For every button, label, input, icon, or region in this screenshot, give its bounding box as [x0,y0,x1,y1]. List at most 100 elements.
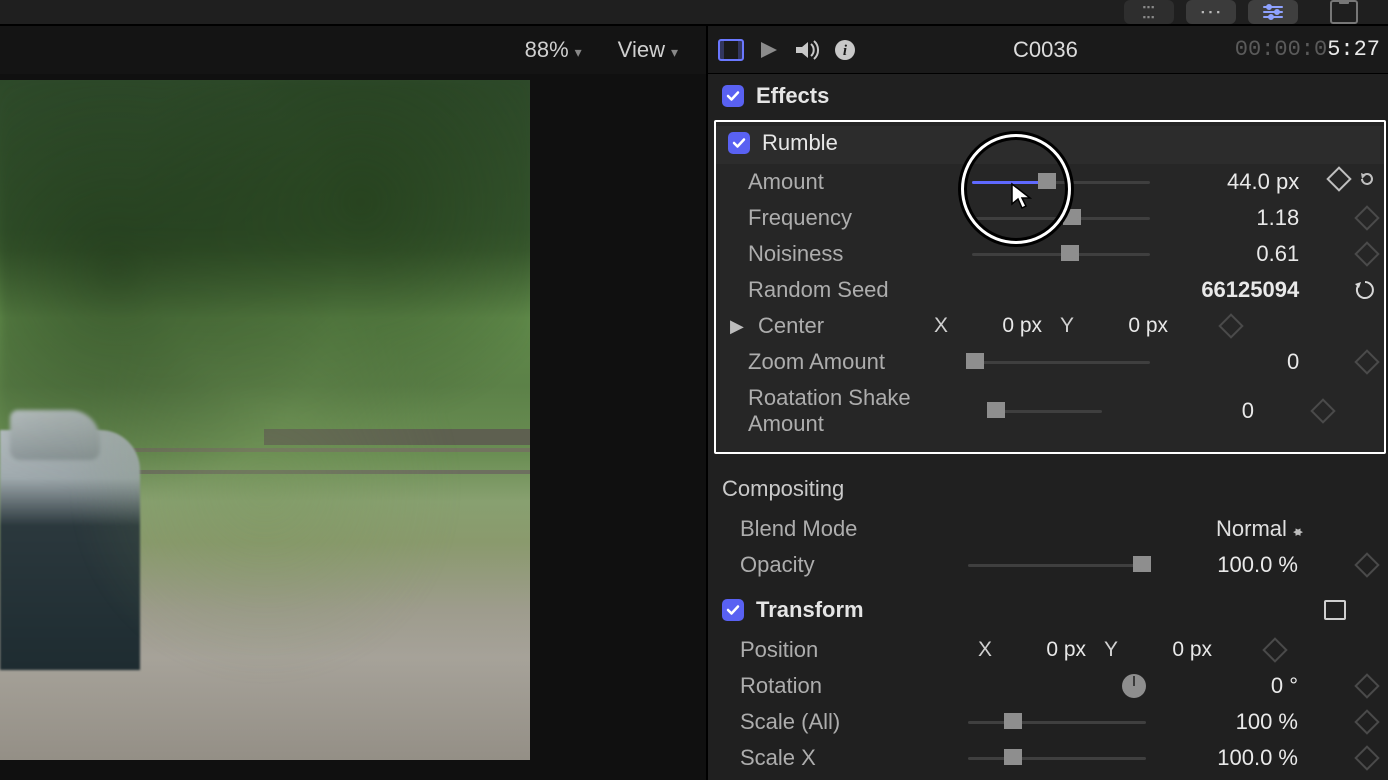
param-label: Position [740,637,960,663]
inspector-pane: i C0036 00:00:05:27 Effects [708,26,1388,780]
scale-all-slider[interactable] [968,717,1146,727]
param-blend-mode: Blend Mode Normal◂▸ [708,511,1388,547]
param-opacity: Opacity 100.0 % [708,547,1388,583]
frequency-value[interactable]: 1.18 [1158,205,1305,231]
param-position: Position X 0 px Y 0 px [708,632,1388,668]
rotation-shake-slider[interactable] [992,406,1102,416]
scale-x-slider[interactable] [968,753,1146,763]
amount-slider[interactable] [972,177,1150,187]
transform-label: Transform [756,597,864,623]
keyframe-icon[interactable] [1262,637,1287,662]
noisiness-value[interactable]: 0.61 [1158,241,1305,267]
param-label: Scale X [740,745,960,771]
compositing-header[interactable]: Compositing [708,460,1388,511]
inspector-body: Effects Rumble Amount 44.0 px [708,74,1388,780]
x-label: X [978,638,992,662]
timecode: 00:00:05:27 [1235,37,1380,62]
scale-all-value[interactable]: 100 % [1154,709,1304,735]
param-label: Frequency [748,205,964,231]
keyframe-icon[interactable] [1354,349,1379,374]
param-label: Random Seed [748,277,964,303]
transform-checkbox[interactable] [722,599,744,621]
clip-name: C0036 [1013,37,1078,63]
blend-mode-value: Normal [1216,516,1287,541]
param-label: Blend Mode [740,516,960,542]
effects-section-header[interactable]: Effects [708,74,1388,118]
keyframe-icon[interactable] [1218,313,1243,338]
preview-frame [0,80,530,760]
transform-header[interactable]: Transform [708,583,1388,632]
param-rotation: Rotation 0 ° [708,668,1388,704]
zoom-value: 88% [525,37,569,62]
param-amount: Amount 44.0 px [716,164,1384,200]
param-label: Amount [748,169,964,195]
param-label: Rotation [740,673,960,699]
keyframe-icon[interactable] [1354,709,1379,734]
y-label: Y [1060,314,1074,338]
param-zoom-amount: Zoom Amount 0 [716,344,1384,380]
center-x-value[interactable]: 0 px [962,314,1042,338]
view-label: View [618,37,665,62]
opacity-slider[interactable] [968,560,1146,570]
y-label: Y [1104,638,1118,662]
keyframe-icon[interactable] [1354,745,1379,770]
viewer-canvas[interactable] [0,74,706,780]
inspector-header: i C0036 00:00:05:27 [708,26,1388,74]
zoom-amount-value[interactable]: 0 [1158,349,1305,375]
timecode-dim: 00:00:0 [1235,37,1327,62]
param-label: Opacity [740,552,960,578]
amount-value[interactable]: 44.0 px [1158,169,1305,195]
param-label: Roatation Shake Amount [748,385,984,437]
keyframe-icon[interactable] [1354,241,1379,266]
amount-actions [1313,170,1376,194]
list-view-button[interactable]: ▪ ▪ ▪ [1186,0,1236,24]
param-noisiness: Noisiness 0.61 [716,236,1384,272]
effects-checkbox[interactable] [722,85,744,107]
noisiness-slider[interactable] [972,249,1150,259]
opacity-value[interactable]: 100.0 % [1154,552,1304,578]
inspector-toggle-button[interactable] [1248,0,1298,24]
param-center: ▶ Center X 0 px Y 0 px [716,308,1384,344]
param-frequency: Frequency 1.18 [716,200,1384,236]
zoom-menu[interactable]: 88% ▾ [525,37,582,63]
center-y-value[interactable]: 0 px [1088,314,1168,338]
keyframe-icon[interactable] [1354,552,1379,577]
effect-name: Rumble [762,130,838,156]
effect-rumble: Rumble Amount 44.0 px Frequency [714,120,1386,454]
keyframe-icon[interactable] [1310,398,1335,423]
param-label: Center [758,313,916,339]
rotation-value[interactable]: 0 ° [1154,673,1304,699]
blend-mode-menu[interactable]: Normal◂▸ [1154,516,1304,542]
keyframe-icon[interactable] [1354,673,1379,698]
info-inspector-tab[interactable]: i [834,39,856,61]
compositing-label: Compositing [722,476,844,502]
view-menu[interactable]: View ▾ [618,37,678,63]
thumbnail-grid-button[interactable]: ▪▪▪▪▪▪ [1124,0,1174,24]
scale-x-value[interactable]: 100.0 % [1154,745,1304,771]
rumble-checkbox[interactable] [728,132,750,154]
keyframe-icon[interactable] [1354,205,1379,230]
viewer-pane: 88% ▾ View ▾ [0,26,708,780]
rotation-dial[interactable] [1122,674,1146,698]
regenerate-seed-icon[interactable] [1346,278,1376,302]
disclosure-triangle-icon[interactable]: ▶ [730,316,746,337]
video-inspector-tab[interactable] [718,39,744,61]
generator-inspector-tab[interactable] [758,39,780,61]
effect-header[interactable]: Rumble [716,126,1384,164]
param-label: Zoom Amount [748,349,964,375]
frequency-slider[interactable] [972,213,1150,223]
viewer-toolbar: 88% ▾ View ▾ [0,26,706,74]
random-seed-value[interactable]: 66125094 [1158,277,1305,303]
reset-icon[interactable] [1358,170,1376,194]
chevron-down-icon: ▾ [671,44,678,60]
share-window-icon[interactable] [1330,0,1358,24]
position-y-value[interactable]: 0 px [1132,638,1212,662]
position-x-value[interactable]: 0 px [1006,638,1086,662]
keyframe-icon[interactable] [1326,166,1351,191]
audio-inspector-tab[interactable] [794,39,820,61]
chevron-down-icon: ▾ [575,44,582,60]
zoom-amount-slider[interactable] [972,357,1150,367]
rotation-shake-value[interactable]: 0 [1110,398,1260,424]
onscreen-controls-icon[interactable] [1324,600,1346,620]
effects-label: Effects [756,83,829,109]
